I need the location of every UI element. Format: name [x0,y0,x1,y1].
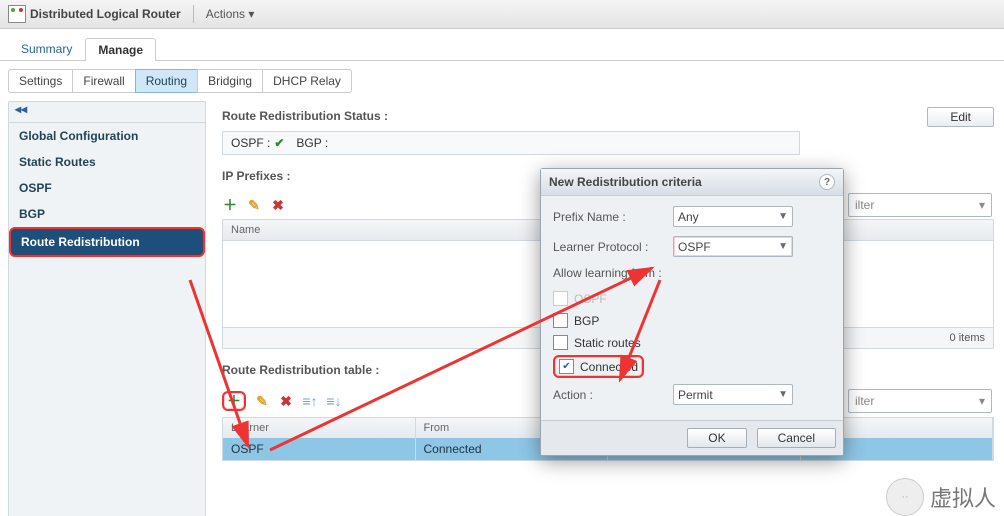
check-icon: ✔ [274,136,284,150]
subtab-dhcp[interactable]: DHCP Relay [262,69,352,93]
dialog-title: New Redistribution criteria [549,175,702,189]
ospf-status-label: OSPF : [231,136,270,150]
checkbox-icon: ✔ [559,359,574,374]
checkbox-label: OSPF [574,292,607,306]
page-title: Distributed Logical Router [30,7,181,21]
learner-protocol-label: Learner Protocol : [553,240,673,254]
dialog-header[interactable]: New Redistribution criteria ? [541,169,843,196]
delete-icon[interactable]: ✖ [270,197,286,213]
actions-menu[interactable]: Actions ▾ [206,7,255,21]
sidebar-collapse[interactable]: ◂◂ [9,102,205,123]
dialog-footer: OK Cancel [541,420,843,455]
new-redistribution-dialog: New Redistribution criteria ? Prefix Nam… [540,168,844,456]
subtab-firewall[interactable]: Firewall [72,69,135,93]
checkbox-static[interactable]: Static routes [553,333,831,352]
chevron-down-icon: ▾ [979,198,985,212]
divider [193,5,194,23]
prefixes-filter[interactable]: ilter ▾ [848,193,992,217]
action-value: Permit [678,388,713,402]
cancel-button[interactable]: Cancel [757,428,836,448]
edit-button[interactable]: Edit [927,107,994,127]
sidebar-item-static-routes[interactable]: Static Routes [9,149,205,175]
watermark: ·· 虚拟人 [886,478,996,516]
help-icon[interactable]: ? [819,174,835,190]
edit-icon[interactable]: ✎ [254,393,270,409]
checkbox-bgp[interactable]: BGP [553,311,831,330]
subtab-routing[interactable]: Routing [135,69,198,93]
add-icon[interactable]: ＋ [222,391,246,411]
edit-icon[interactable]: ✎ [246,197,262,213]
prefixes-toolbar: ＋ ✎ ✖ [222,191,286,219]
subtab-settings[interactable]: Settings [8,69,73,93]
prefix-name-value: Any [678,210,699,224]
watermark-text: 虚拟人 [930,481,996,513]
watermark-icon: ·· [886,478,924,516]
moveup-icon[interactable]: ≡↑ [302,393,318,409]
checkbox-label: Static routes [574,336,641,350]
secondary-tabs: Settings Firewall Routing Bridging DHCP … [0,61,1004,101]
router-icon [8,5,26,23]
sidebar-item-bgp[interactable]: BGP [9,201,205,227]
status-row: OSPF : ✔ BGP : [222,131,800,155]
col-learner[interactable]: Learner [223,418,416,438]
cell-learner: OSPF [223,438,416,460]
redis-toolbar: ＋ ✎ ✖ ≡↑ ≡↓ [222,385,342,417]
prefix-name-dropdown[interactable]: Any ▼ [673,206,793,227]
sidebar-item-ospf[interactable]: OSPF [9,175,205,201]
checkbox-label: Connected [580,360,638,374]
allow-learning-list: OSPF BGP Static routes ✔ Connected [553,289,831,378]
sidebar-item-route-redistribution[interactable]: Route Redistribution [9,227,205,257]
checkbox-label: BGP [574,314,599,328]
chevron-down-icon: ▾ [248,7,254,21]
delete-icon[interactable]: ✖ [278,393,294,409]
allow-learning-label: Allow learning from : [553,266,673,280]
tab-manage[interactable]: Manage [85,38,156,61]
learner-protocol-dropdown[interactable]: OSPF ▼ [673,236,793,257]
action-dropdown[interactable]: Permit ▼ [673,384,793,405]
actions-label: Actions [206,7,245,21]
action-label: Action : [553,388,673,402]
primary-tabs: Summary Manage [0,29,1004,61]
checkbox-icon [553,291,568,306]
subtab-bridging[interactable]: Bridging [197,69,263,93]
sidebar-item-global-config[interactable]: Global Configuration [9,123,205,149]
learner-protocol-value: OSPF [678,240,711,254]
prefix-name-label: Prefix Name : [553,210,673,224]
bgp-status-label: BGP : [296,136,328,150]
checkbox-icon [553,335,568,350]
checkbox-ospf[interactable]: OSPF [553,289,831,308]
chevron-down-icon: ▾ [979,394,985,408]
redis-filter[interactable]: ilter ▾ [848,389,992,413]
filter-placeholder: ilter [855,394,874,408]
tab-summary[interactable]: Summary [8,37,85,60]
movedown-icon[interactable]: ≡↓ [326,393,342,409]
chevron-down-icon: ▼ [778,389,788,400]
checkbox-icon [553,313,568,328]
chevron-down-icon: ▼ [778,241,788,252]
sidebar: ◂◂ Global Configuration Static Routes OS… [8,101,206,516]
add-icon[interactable]: ＋ [222,197,238,213]
ok-button[interactable]: OK [687,428,746,448]
filter-placeholder: ilter [855,198,874,212]
chevron-down-icon: ▼ [778,211,788,222]
checkbox-connected[interactable]: ✔ Connected [553,355,644,378]
breadcrumb-header: Distributed Logical Router Actions ▾ [0,0,1004,29]
status-heading: Route Redistribution Status : [222,109,994,123]
